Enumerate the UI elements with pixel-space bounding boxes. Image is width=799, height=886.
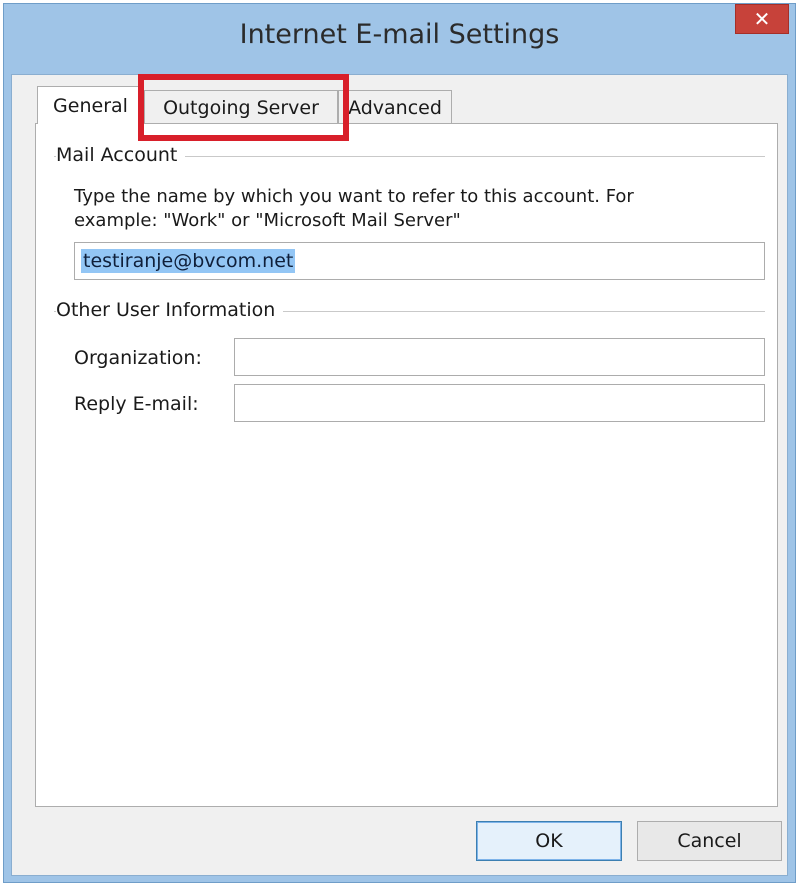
- dialog-window: Internet E-mail Settings ✕ General Outgo…: [3, 3, 796, 883]
- reply-email-input[interactable]: [234, 384, 765, 422]
- description-line-2: example: "Work" or "Microsoft Mail Serve…: [74, 210, 461, 231]
- close-icon: ✕: [753, 7, 771, 31]
- ok-button[interactable]: OK: [476, 821, 622, 861]
- tab-general-label: General: [53, 94, 128, 117]
- other-user-info-heading: Other User Information: [56, 299, 284, 321]
- cancel-button-label: Cancel: [677, 830, 742, 852]
- title-bar[interactable]: Internet E-mail Settings ✕: [4, 4, 795, 74]
- window-title: Internet E-mail Settings: [239, 19, 560, 50]
- mail-account-heading: Mail Account: [56, 144, 186, 166]
- tab-general[interactable]: General: [37, 86, 144, 124]
- highlight-annotation-box: [138, 74, 349, 141]
- dialog-body: General Outgoing Server Advanced Mail Ac…: [11, 74, 788, 876]
- tab-advanced-label: Advanced: [348, 96, 442, 119]
- tab-advanced[interactable]: Advanced: [338, 90, 452, 124]
- close-button[interactable]: ✕: [735, 4, 789, 34]
- organization-label: Organization:: [74, 347, 202, 369]
- mail-account-description: Type the name by which you want to refer…: [74, 185, 774, 233]
- reply-email-label: Reply E-mail:: [74, 393, 199, 415]
- cancel-button[interactable]: Cancel: [637, 821, 782, 861]
- account-name-input[interactable]: testiranje@bvcom.net: [74, 242, 765, 280]
- ok-button-label: OK: [535, 830, 563, 852]
- organization-input[interactable]: [234, 338, 765, 376]
- description-line-1: Type the name by which you want to refer…: [74, 186, 634, 207]
- account-name-value: testiranje@bvcom.net: [81, 249, 296, 273]
